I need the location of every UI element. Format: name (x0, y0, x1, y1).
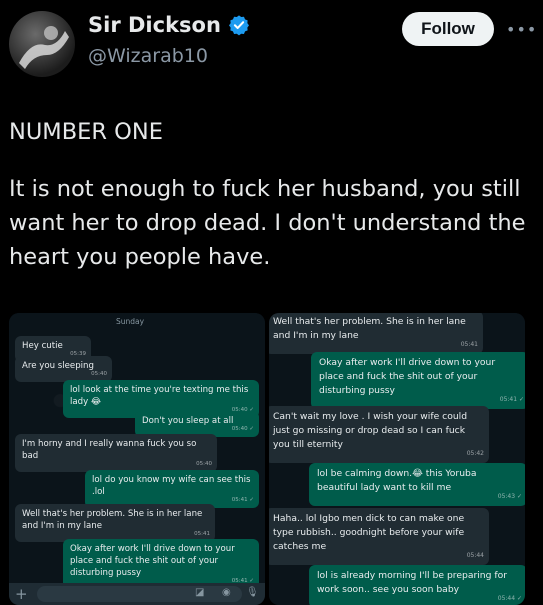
message-time: 05:44 (466, 552, 484, 559)
more-options-icon[interactable]: ••• (506, 20, 537, 39)
follow-button[interactable]: Follow (402, 12, 494, 46)
message-text: Don't you sleep at all (142, 416, 234, 426)
microphone-icon[interactable]: 🎙 (246, 587, 259, 598)
message-text: Okay after work I'll drive down to your … (70, 544, 235, 578)
message-time: 05:40 (196, 461, 212, 467)
message-text: lol is already morning I'll be preparing… (317, 570, 507, 595)
message-text: Well that's her problem. She is in her l… (22, 509, 203, 531)
message-time: 05:41 (460, 341, 478, 348)
chat-screenshot-left[interactable]: Sunday Hey cutie 05:39 Are you sleeping … (9, 313, 265, 605)
message-time: 05:43 ✓ (497, 493, 522, 500)
tweet-text: NUMBER ONE It is not enough to fuck her … (9, 115, 534, 297)
message-text: lol look at the time you're texting me t… (70, 385, 249, 407)
message-time: 05:42 (466, 450, 484, 457)
message-bubble: Can't wait my love . I wish your wife co… (269, 406, 489, 463)
message-bubble: Okay after work I'll drive down to your … (311, 352, 525, 409)
message-bubble: Haha.. lol Igbo men dick to can make one… (269, 508, 489, 565)
message-time: 05:44 ✓ (497, 595, 522, 602)
tweet-line-body: It is not enough to fuck her husband, yo… (9, 176, 526, 270)
verified-badge-icon (228, 15, 249, 36)
message-input[interactable] (37, 586, 242, 602)
message-bubble: Are you sleeping 05:40 (15, 356, 112, 382)
message-text: Hey cutie (22, 341, 63, 351)
message-text: Okay after work I'll drive down to your … (319, 357, 496, 396)
tweet-line-heading: NUMBER ONE (9, 119, 163, 145)
author-name[interactable]: Sir Dickson (88, 13, 250, 37)
message-text: lol be calming down.😂 this Yoruba beauti… (317, 468, 477, 493)
date-divider: Sunday (116, 317, 145, 326)
message-time: 05:41 ✓ (231, 497, 254, 503)
plus-icon[interactable]: + (15, 585, 28, 603)
message-bubble: lol do you know my wife can see this .lo… (85, 470, 259, 508)
message-text: Can't wait my love . I wish your wife co… (273, 411, 468, 450)
message-bubble: lol is already morning I'll be preparing… (309, 565, 525, 605)
chat-screenshot-right[interactable]: Well that's her problem. She is in her l… (269, 313, 525, 605)
message-time: 05:40 (91, 371, 107, 377)
message-text: Are you sleeping (22, 361, 94, 371)
message-text: Well that's her problem. She is in her l… (273, 316, 466, 341)
message-text: Haha.. lol Igbo men dick to can make one… (273, 513, 465, 552)
message-time: 05:41 ✓ (499, 396, 524, 403)
message-bubble: lol be calming down.😂 this Yoruba beauti… (309, 463, 525, 506)
camera-icon[interactable]: ◉ (222, 587, 231, 598)
message-composer[interactable]: + ◪ ◉ 🎙 (9, 583, 265, 605)
message-bubble: Okay after work I'll drive down to your … (63, 539, 259, 589)
author-name-text[interactable]: Sir Dickson (88, 13, 221, 37)
message-bubble: Well that's her problem. She is in her l… (269, 313, 483, 354)
message-time: 05:40 ✓ (231, 426, 254, 432)
author-handle[interactable]: @Wizarab10 (88, 45, 208, 67)
message-text: lol do you know my wife can see this .lo… (92, 475, 251, 497)
avatar[interactable] (9, 11, 75, 77)
message-text: I'm horny and I really wanna fuck you so… (22, 439, 197, 461)
message-bubble: I'm horny and I really wanna fuck you so… (15, 434, 217, 472)
message-bubble: Well that's her problem. She is in her l… (15, 504, 215, 542)
sticker-icon[interactable]: ◪ (195, 587, 204, 598)
